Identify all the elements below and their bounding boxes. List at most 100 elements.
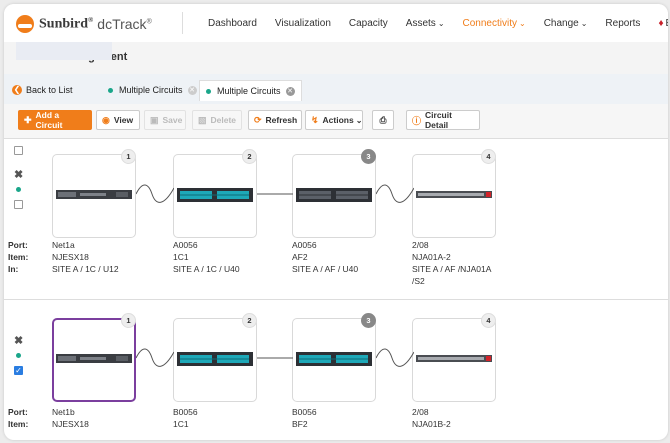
nav-reports[interactable]: Reports (596, 18, 649, 29)
cable-connector-line (257, 357, 293, 359)
sunbird-logo[interactable]: Sunbird® dcTrack® (16, 15, 152, 33)
tab-multiple-circuits-1[interactable]: Multiple Circuits ✕ (108, 80, 197, 100)
save-button[interactable]: ▣ Save (144, 110, 186, 130)
status-dot-icon (16, 353, 21, 358)
refresh-label: Refresh (265, 115, 298, 125)
close-icon[interactable]: ✕ (285, 86, 295, 96)
port-value: 2/08 (412, 240, 429, 250)
add-circuit-button[interactable]: ✚ Add a Circuit (18, 110, 92, 130)
save-label: Save (162, 115, 183, 125)
port-value: B0056 (173, 407, 198, 417)
bell-icon: ♦ (658, 17, 664, 29)
nav-events[interactable]: ♦Ev (649, 18, 668, 29)
tab-multiple-circuits-2[interactable]: Multiple Circuits ✕ (199, 80, 302, 101)
node-number-badge: 2 (242, 149, 257, 164)
brand-name: Sunbird (39, 16, 89, 32)
row-label-headers: Port: Item: (8, 406, 28, 430)
print-button[interactable]: ⎙ (372, 110, 394, 130)
port-value: Net1a (52, 240, 75, 250)
eye-icon: ◉ (102, 114, 110, 125)
item-value: NJA01B-2 (412, 419, 451, 429)
top-nav: Sunbird® dcTrack® Dashboard Visualizatio… (4, 4, 668, 43)
circuit-node-4[interactable]: 4 (412, 313, 496, 402)
nav-dashboard[interactable]: Dashboard (199, 18, 266, 29)
item-value: AF2 (292, 252, 308, 262)
back-to-list-link[interactable]: ❮ Back to List (12, 80, 73, 100)
product-name: dcTrack (97, 16, 147, 32)
switch-device-icon (416, 191, 492, 198)
delete-button[interactable]: ▧ Delete (192, 110, 242, 130)
header-checkbox[interactable] (14, 146, 23, 155)
circuit-node-1[interactable]: 1 (52, 149, 136, 238)
node-details: A0056 1C1 SITE A / 1C / U40 (173, 239, 240, 275)
chevron-down-icon: ⌄ (437, 18, 445, 28)
nav-events-label: Ev (666, 18, 668, 29)
location-value: SITE A / AF / U40 (292, 264, 359, 274)
status-dot-icon (206, 88, 211, 94)
node-number-badge: 1 (121, 149, 136, 164)
node-number-badge: 2 (242, 313, 257, 328)
nav-assets[interactable]: Assets ⌄ (397, 18, 454, 29)
view-button[interactable]: ◉ View (96, 110, 140, 130)
floppy-icon: ▣ (150, 114, 159, 125)
circuit-node-1[interactable]: 1 (52, 313, 136, 402)
actions-dropdown[interactable]: ↯ Actions ⌄ (305, 110, 363, 130)
circuit-node-3[interactable]: 3 (292, 313, 376, 402)
circuit-node-2[interactable]: 2 (173, 149, 257, 238)
item-value: BF2 (292, 419, 308, 429)
close-icon[interactable]: ✖ (14, 170, 24, 181)
node-number-badge: 4 (481, 149, 496, 164)
circuit-row: ✖ ✓ 1 2 3 4 Port: Item: Net1b NJESX18 B0… (4, 300, 668, 440)
title-overlay (16, 42, 112, 60)
circuit-node-3[interactable]: 3 (292, 149, 376, 238)
refresh-button[interactable]: ⟳ Refresh (248, 110, 302, 130)
node-number-badge: 4 (481, 313, 496, 328)
node-details: Net1a NJESX18 SITE A / 1C / U12 (52, 239, 119, 275)
circuit-node-2[interactable]: 2 (173, 313, 257, 402)
port-label: Port: (8, 240, 28, 250)
node-number-badge: 3 (361, 149, 376, 164)
tab-bar: ❮ Back to List Multiple Circuits ✕ Multi… (4, 74, 668, 105)
circuit-node-4[interactable]: 4 (412, 149, 496, 238)
row-checkbox[interactable] (14, 200, 23, 209)
item-value: 1C1 (173, 419, 189, 429)
page-header: Circuits Management (4, 42, 668, 75)
tab-label: Multiple Circuits (119, 85, 183, 95)
close-icon[interactable]: ✕ (187, 85, 197, 95)
chevron-down-icon: ⌄ (580, 18, 588, 28)
tab-label: Multiple Circuits (217, 86, 281, 96)
trash-icon: ▧ (198, 114, 207, 125)
port-label: Port: (8, 407, 28, 417)
close-icon[interactable]: ✖ (14, 336, 24, 347)
cable-connector-curve (136, 348, 174, 367)
printer-icon: ⎙ (379, 114, 387, 125)
app-window: Sunbird® dcTrack® Dashboard Visualizatio… (4, 4, 668, 440)
cable-connector-curve (376, 348, 414, 367)
item-value: NJESX18 (52, 252, 89, 262)
item-label: Item: (8, 419, 29, 429)
nav-visualization[interactable]: Visualization (266, 18, 340, 29)
item-value: 1C1 (173, 252, 189, 262)
item-label: Item: (8, 252, 29, 262)
port-value: Net1b (52, 407, 75, 417)
circuit-detail-label: Circuit Detail (425, 110, 452, 130)
add-circuit-label: Add a Circuit (35, 110, 63, 130)
nav-connectivity[interactable]: Connectivity ⌄ (454, 18, 535, 29)
node-number-badge: 1 (121, 313, 136, 328)
location-value: SITE A / 1C / U12 (52, 264, 119, 274)
location-value: SITE A / AF /NJA01A (412, 264, 492, 274)
cable-connector-curve (136, 184, 174, 203)
nav-connectivity-label: Connectivity (462, 17, 517, 29)
sunbird-logo-icon (16, 15, 34, 33)
circuit-detail-button[interactable]: ⓘ Circuit Detail (406, 110, 480, 130)
back-to-list-label: Back to List (26, 85, 73, 95)
row-label-headers: Port: Item: In: (8, 239, 28, 275)
toolbar: ✚ Add a Circuit ◉ View ▣ Save ▧ Delete ⟳ Refr… (4, 104, 668, 139)
nav-capacity[interactable]: Capacity (340, 18, 397, 29)
back-arrow-icon: ❮ (12, 85, 22, 95)
status-dot-icon (16, 187, 21, 192)
row-checkbox[interactable]: ✓ (14, 366, 23, 375)
circuit-row: ✖ 1 2 3 4 Port: Item: In: Net1a NJESX18 … (4, 138, 668, 299)
row-controls: ✖ ✓ (14, 336, 24, 375)
nav-change[interactable]: Change ⌄ (535, 18, 597, 29)
